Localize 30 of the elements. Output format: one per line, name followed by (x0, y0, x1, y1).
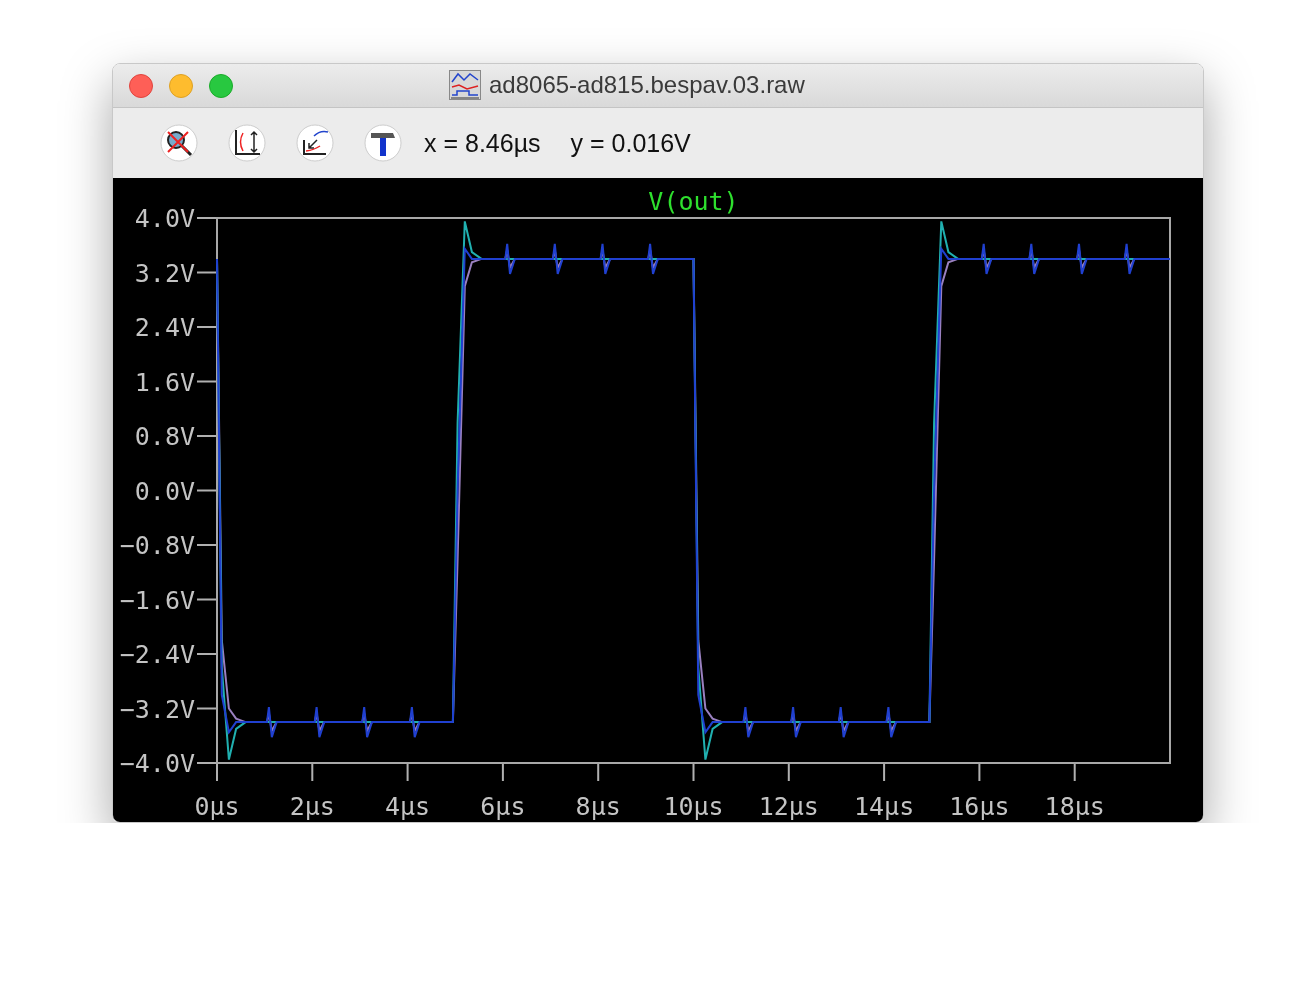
chart-title: V(out) (648, 187, 739, 216)
y-tick-label: 2.4V (134, 313, 195, 342)
x-tick-label: 16µs (949, 792, 1010, 821)
y-tick-label: −0.8V (119, 531, 195, 560)
y-tick-label: 4.0V (134, 204, 195, 233)
waveform-document-icon (449, 70, 481, 100)
y-tick-label: −1.6V (119, 585, 195, 615)
cursor-x-readout: x = 8.46µs (424, 128, 541, 158)
x-tick-label: 4µs (385, 792, 431, 821)
axis-brackets-icon[interactable] (228, 124, 266, 162)
y-tick-label: 0.8V (134, 422, 195, 451)
y-tick-label: 0.0V (134, 476, 195, 506)
crossed-magnifier-icon[interactable] (160, 124, 198, 162)
x-tick-label: 12µs (758, 792, 819, 821)
x-tick-label: 8µs (575, 792, 621, 821)
x-tick-label: 0µs (194, 792, 240, 821)
x-tick-label: 10µs (663, 792, 724, 821)
y-tick-label: −3.2V (119, 694, 195, 724)
x-tick-label: 2µs (289, 792, 335, 821)
x-tick-label: 14µs (854, 792, 915, 821)
y-tick-label: −4.0V (119, 749, 195, 778)
y-tick-label: 3.2V (134, 258, 195, 288)
x-tick-label: 18µs (1044, 792, 1105, 821)
hammer-icon[interactable] (364, 124, 402, 162)
cursor-y-readout: y = 0.016V (570, 128, 691, 158)
x-tick-label: 6µs (480, 792, 526, 821)
window-title: ad8065-ad815.bespav.03.raw (489, 71, 805, 99)
y-tick-label: 1.6V (134, 367, 195, 397)
y-tick-label: −2.4V (119, 640, 195, 669)
close-button[interactable] (129, 73, 153, 98)
